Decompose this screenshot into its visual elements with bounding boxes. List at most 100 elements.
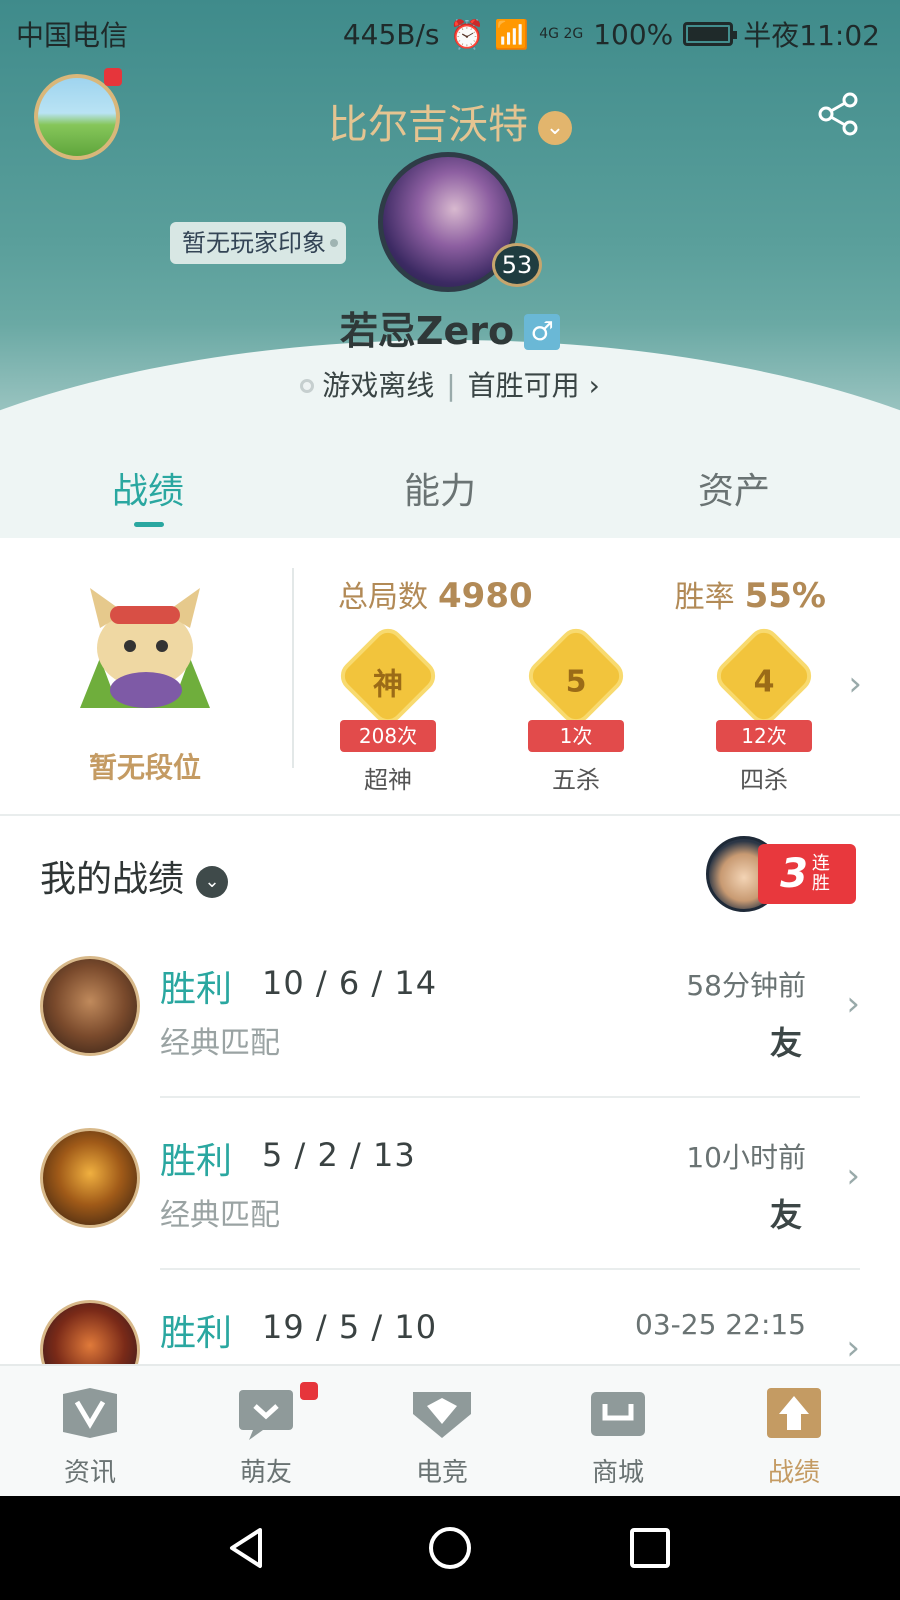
- tab-ability[interactable]: 能力: [340, 462, 540, 514]
- nav-label: 萌友: [239, 1458, 292, 1488]
- badge-quadrakill: 4 12次 四杀: [704, 622, 824, 794]
- net-speed: 445B/s: [342, 17, 440, 51]
- clock: 半夜11:02: [743, 19, 880, 52]
- tab-assets[interactable]: 资产: [634, 462, 834, 514]
- nav-shop[interactable]: 商城: [548, 1384, 688, 1489]
- alarm-icon: ⏰: [449, 17, 485, 51]
- battery-icon: [683, 22, 738, 46]
- total-value: 4980: [438, 576, 533, 616]
- bottom-nav: 资讯 萌友 电竞 商城 战绩: [0, 1364, 900, 1496]
- badge-pentakill: 5 1次 五杀: [516, 622, 636, 794]
- badge-label: 超神: [364, 766, 412, 794]
- network-type: 4G 2G: [539, 26, 584, 42]
- match-result: 胜利: [160, 1141, 233, 1182]
- nav-label: 资讯: [63, 1458, 116, 1488]
- nickname: 若忌Zero ♂: [0, 300, 900, 355]
- total-label: 总局数: [338, 580, 428, 615]
- badge-glyph: 5: [565, 664, 587, 700]
- rank-text: 暂无段位: [88, 751, 201, 784]
- streak-number: 3: [780, 851, 808, 897]
- friend-tag: 友: [769, 1024, 802, 1062]
- nav-news[interactable]: 资讯: [20, 1384, 160, 1489]
- badge-label: 五杀: [552, 766, 600, 794]
- badge-count: 1次: [528, 720, 624, 752]
- chevron-down-icon: ⌄: [538, 111, 572, 145]
- recents-icon[interactable]: [626, 1524, 674, 1572]
- match-mode: 经典匹配: [160, 1026, 280, 1061]
- badge-glyph: 4: [753, 664, 775, 700]
- battery-text: 100%: [593, 17, 674, 51]
- esports-icon: [413, 1392, 471, 1438]
- chevron-right-icon[interactable]: ›: [848, 664, 862, 704]
- match-kda: 10 / 6 / 14: [262, 964, 438, 1002]
- winrate-label: 胜率: [674, 580, 735, 615]
- status-bar: 中国电信 445B/s ⏰ 📶 4G 2G 100% 半夜11:02: [0, 0, 900, 60]
- wifi-icon: 📶: [494, 17, 530, 51]
- pentakill-badge-icon: 5: [522, 622, 630, 730]
- match-result: 胜利: [160, 969, 233, 1010]
- record-icon: [767, 1388, 821, 1438]
- match-row[interactable]: 胜利 10 / 6 / 14 经典匹配 58分钟前 友 ›: [0, 926, 900, 1098]
- match-row[interactable]: 胜利 19 / 5 / 10 03-25 22:15 ›: [0, 1270, 900, 1364]
- chevron-down-icon: ⌄: [196, 866, 229, 898]
- match-row[interactable]: 胜利 5 / 2 / 13 经典匹配 10小时前 友 ›: [0, 1098, 900, 1270]
- nav-records[interactable]: 战绩: [724, 1384, 864, 1489]
- unranked-teemo-icon: [80, 588, 210, 708]
- nav-label: 电竞: [415, 1458, 468, 1488]
- badge-label: 四杀: [740, 766, 788, 794]
- friend-tag: 友: [769, 1196, 802, 1234]
- server-name: 比尔吉沃特: [328, 102, 528, 148]
- badge-legendary: 神 208次 超神: [328, 622, 448, 794]
- match-time: 10小时前: [686, 1141, 806, 1174]
- stats-divider: [292, 568, 294, 768]
- tab-records[interactable]: 战绩: [48, 462, 248, 527]
- carrier: 中国电信: [16, 19, 129, 52]
- male-icon: ♂: [524, 314, 561, 350]
- champion-avatar: [40, 1128, 140, 1228]
- tab-label: 战绩: [111, 471, 184, 512]
- nickname-text: 若忌Zero: [339, 309, 515, 353]
- tab-label: 资产: [697, 471, 770, 512]
- badge-glyph: 神: [373, 667, 403, 703]
- chevron-right-icon: ›: [846, 1156, 860, 1196]
- win-rate: 胜率 55%: [675, 572, 826, 616]
- first-win-text: 首胜可用 ›: [467, 369, 600, 402]
- system-nav-bar: [0, 1496, 900, 1600]
- nav-label: 战绩: [767, 1458, 820, 1488]
- streak-tag: 3 连胜: [758, 844, 856, 904]
- server-selector[interactable]: 比尔吉沃特 ⌄: [0, 92, 900, 150]
- friends-notification-dot: [300, 1382, 318, 1400]
- records-section: 我的战绩 ⌄ 3 连胜 胜利 10 / 6 / 14 经典匹配 58分钟前 友 ›…: [0, 816, 900, 1364]
- chevron-right-icon: ›: [846, 1328, 860, 1364]
- legendary-badge-icon: 神: [334, 622, 442, 730]
- home-icon[interactable]: [426, 1524, 474, 1572]
- nav-label: 商城: [591, 1458, 644, 1488]
- online-status[interactable]: 游戏离线 | 首胜可用 ›: [0, 364, 900, 404]
- tab-label: 能力: [403, 471, 476, 512]
- notification-dot: [104, 68, 122, 86]
- champion-avatar: [40, 1300, 140, 1364]
- nav-esports[interactable]: 电竞: [372, 1384, 512, 1489]
- friends-icon: [239, 1390, 293, 1440]
- quadrakill-badge-icon: 4: [710, 622, 818, 730]
- tab-bar: 战绩 能力 资产: [0, 450, 900, 530]
- records-title[interactable]: 我的战绩 ⌄: [40, 850, 229, 902]
- badge-count: 12次: [716, 720, 812, 752]
- win-streak-badge[interactable]: 3 连胜: [706, 836, 856, 912]
- match-result: 胜利: [160, 1313, 233, 1354]
- champion-avatar: [40, 956, 140, 1056]
- status-right: 445B/s ⏰ 📶 4G 2G 100% 半夜11:02: [343, 14, 880, 54]
- badge-count: 208次: [340, 720, 436, 752]
- match-time: 58分钟前: [686, 969, 806, 1002]
- winrate-value: 55%: [744, 576, 826, 616]
- chevron-right-icon: ›: [846, 984, 860, 1024]
- stats-card[interactable]: 暂无段位 总局数 4980 胜率 55% 神 208次 超神 5 1次 五杀 4 1…: [0, 538, 900, 816]
- back-icon[interactable]: [222, 1524, 270, 1572]
- match-kda: 19 / 5 / 10: [262, 1308, 438, 1346]
- offline-dot-icon: [300, 379, 315, 393]
- player-impression[interactable]: 暂无玩家印象: [170, 222, 346, 264]
- share-icon[interactable]: [816, 92, 860, 136]
- shop-icon: [591, 1392, 645, 1436]
- match-kda: 5 / 2 / 13: [262, 1136, 416, 1174]
- tab-indicator: [134, 522, 164, 527]
